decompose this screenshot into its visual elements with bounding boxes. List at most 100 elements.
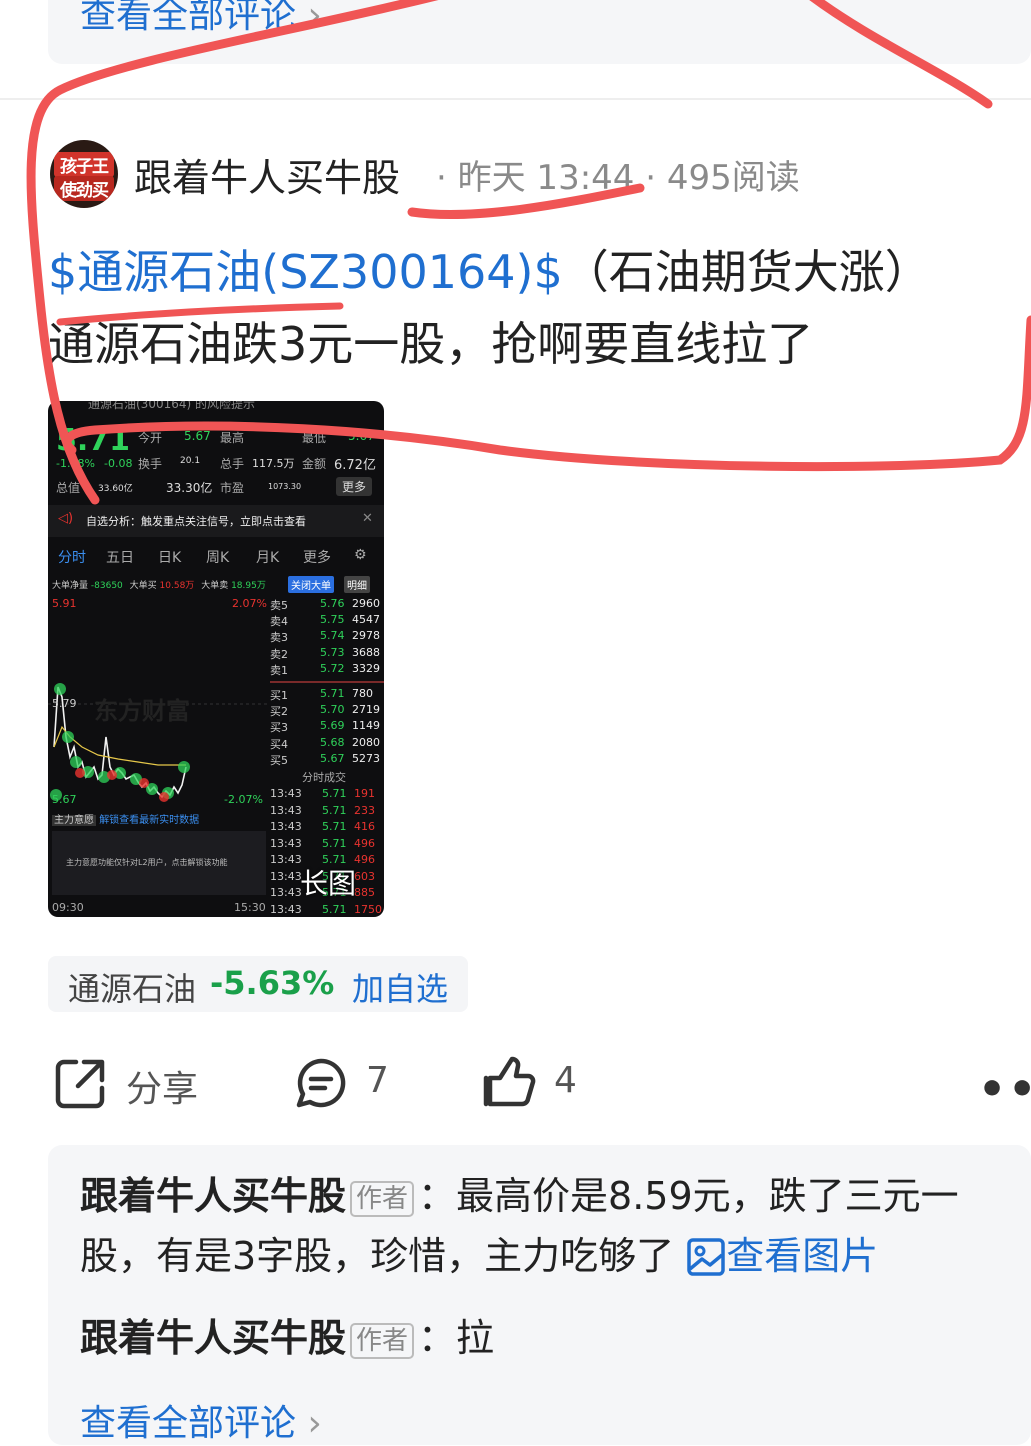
comment-count[interactable]: 7 bbox=[366, 1060, 389, 1101]
thumb-open: 5.67 bbox=[184, 429, 211, 443]
image-icon bbox=[687, 1238, 726, 1276]
more-options-button[interactable]: ••• bbox=[978, 1064, 1031, 1115]
sell-label: 卖5 bbox=[270, 599, 288, 612]
avatar[interactable]: 孩子王 使劲买 bbox=[50, 140, 118, 208]
thumb-more-button: 更多 bbox=[336, 477, 373, 496]
buy-price: 5.67 bbox=[320, 751, 345, 765]
sell-label: 卖2 bbox=[270, 647, 288, 661]
main-force-label: 主力意愿 bbox=[52, 815, 96, 826]
add-watchlist-button[interactable]: 加自选 bbox=[352, 964, 448, 1010]
buy-label: 买4 bbox=[270, 737, 288, 751]
trade-price: 5.71 bbox=[322, 836, 347, 850]
thumb-tab-2: 日K bbox=[158, 550, 182, 566]
trades-header: 分时成交 bbox=[302, 771, 346, 784]
time-start: 09:30 bbox=[52, 901, 84, 914]
stock-tag-link[interactable]: $通源石油(SZ300164)$ bbox=[48, 245, 563, 299]
comment-author[interactable]: 跟着牛人买牛股 bbox=[80, 1316, 346, 1360]
chart-low-pct-label: -2.07% bbox=[224, 793, 263, 806]
post-divider bbox=[0, 98, 1031, 100]
chart-high-label: 5.91 bbox=[52, 597, 77, 610]
chart-mid-label: 5.79 bbox=[52, 697, 77, 710]
view-all-comments-link[interactable]: 查看全部评论 › bbox=[80, 1394, 322, 1446]
bigorder-buy: 10.58万 bbox=[159, 581, 195, 591]
trade-row: 13:43 5.71 233 bbox=[270, 804, 382, 821]
buy-price: 5.71 bbox=[320, 687, 345, 700]
avatar-text-line2: 使劲买 bbox=[54, 176, 114, 201]
trade-time: 13:43 bbox=[270, 886, 302, 899]
chart-low-label: 5.67 bbox=[52, 793, 77, 806]
post-content: $通源石油(SZ300164)$（石油期货大涨） 通源石油跌3元一股，抢啊要直线… bbox=[48, 236, 1008, 380]
trade-time: 13:43 bbox=[270, 902, 302, 916]
comment-item[interactable]: 跟着牛人买牛股 作者 ：拉 bbox=[80, 1308, 1010, 1368]
bigorder-sell-label: 大单卖 bbox=[201, 581, 229, 591]
buy-price: 5.68 bbox=[320, 735, 345, 749]
buy-row: 买1 5.71 780 bbox=[270, 687, 382, 703]
view-image-link[interactable]: 查看图片 bbox=[686, 1234, 878, 1278]
thumb-header: 通源石油(300164) 的风险提示 bbox=[88, 401, 255, 411]
sell-label: 卖1 bbox=[270, 663, 288, 677]
trade-vol: 496 bbox=[354, 836, 375, 850]
comment-author[interactable]: 跟着牛人买牛股 bbox=[80, 1174, 346, 1218]
thumb-amount-label: 金额 bbox=[302, 457, 327, 471]
trade-time: 13:43 bbox=[270, 787, 302, 800]
thumb-tab-0: 分时 bbox=[58, 550, 86, 566]
buy-row: 买4 5.68 2080 bbox=[270, 736, 382, 752]
share-label[interactable]: 分享 bbox=[126, 1060, 198, 1112]
thumb-volume: 117.5万 bbox=[252, 457, 295, 470]
main-force-bar: 主力意愿 解锁查看最新实时数据 bbox=[52, 811, 199, 826]
author-tag: 作者 bbox=[350, 1180, 415, 1217]
thumb-turnover: 20.1 bbox=[180, 456, 201, 466]
trade-vol: 885 bbox=[354, 886, 375, 899]
thumbs-up-icon[interactable] bbox=[482, 1054, 538, 1110]
author-name[interactable]: 跟着牛人买牛股 bbox=[134, 147, 400, 202]
thumb-tab-3: 周K bbox=[206, 550, 230, 566]
sell-vol: 2978 bbox=[352, 629, 380, 643]
buy-vol: 1149 bbox=[352, 719, 380, 733]
detail-button: 明细 bbox=[344, 576, 370, 593]
post-meta: · 昨天 13:44 · 495阅读 bbox=[436, 158, 800, 198]
thumb-pe: 1073.30 bbox=[268, 482, 302, 491]
close-icon: ✕ bbox=[362, 511, 373, 526]
sell-row: 卖3 5.74 2978 bbox=[270, 629, 382, 645]
chart-watermark: 东方财富 bbox=[94, 697, 190, 725]
thumb-open-label: 今开 bbox=[138, 431, 163, 445]
l2-notice: 主力意愿功能仅针对L2用户，点击解锁该功能 bbox=[66, 858, 228, 867]
sell-label: 卖3 bbox=[270, 631, 288, 645]
post-body-text: 通源石油跌3元一股，抢啊要直线拉了 bbox=[48, 317, 814, 371]
trade-vol: 191 bbox=[354, 787, 375, 800]
previous-view-all-comments-link[interactable]: 查看全部评论 › bbox=[80, 0, 322, 38]
buy-label: 买1 bbox=[270, 689, 288, 702]
share-icon[interactable] bbox=[54, 1056, 108, 1110]
sell-row: 卖2 5.73 3688 bbox=[270, 646, 382, 662]
thumb-change: -0.08 bbox=[104, 457, 133, 470]
sell-vol: 4547 bbox=[352, 613, 380, 627]
sell-label: 卖4 bbox=[270, 615, 288, 629]
thumb-alert-text: 自选分析：触发重点关注信号，立即点击查看 bbox=[86, 515, 306, 528]
buy-label: 买3 bbox=[270, 721, 288, 735]
trade-price: 5.71 bbox=[322, 803, 347, 817]
trade-time: 13:43 bbox=[270, 820, 302, 833]
buy-vol: 780 bbox=[352, 687, 373, 700]
stock-chip-name[interactable]: 通源石油 bbox=[68, 964, 196, 1010]
trade-row: 13:43 5.71 1750 bbox=[270, 903, 382, 918]
comment-item[interactable]: 跟着牛人买牛股 作者 ：最高价是8.59元，跌了三元一股，有是3字股，珍惜，主力吃够… bbox=[80, 1166, 1010, 1286]
post-image-thumbnail[interactable]: 通源石油(300164) 的风险提示 5.71 -1.38% -0.08 今开 … bbox=[48, 401, 384, 917]
sell-row: 卖5 5.76 2960 bbox=[270, 597, 382, 613]
sell-price: 5.76 bbox=[320, 597, 345, 610]
trade-time: 13:43 bbox=[270, 803, 302, 817]
post-reads: 495阅读 bbox=[666, 158, 800, 198]
thumb-bigorder-row: 大单净量 -83650 大单买 10.58万 大单卖 18.95万 bbox=[52, 578, 266, 591]
buy-vol: 5273 bbox=[352, 751, 380, 765]
trade-row: 13:43 5.71 496 bbox=[270, 837, 382, 854]
sell-price: 5.72 bbox=[320, 661, 345, 675]
thumb-total-cap-label: 总值 bbox=[56, 481, 81, 495]
buy-vol: 2719 bbox=[352, 703, 380, 717]
sell-vol: 3329 bbox=[352, 661, 380, 675]
comment-icon[interactable] bbox=[294, 1056, 348, 1110]
like-count[interactable]: 4 bbox=[554, 1060, 577, 1101]
speaker-icon: ◁) bbox=[58, 511, 74, 526]
sell-row: 卖1 5.72 3329 bbox=[270, 662, 382, 678]
trade-vol: 416 bbox=[354, 820, 375, 833]
post-title-rest: （石油期货大涨） bbox=[562, 245, 931, 299]
trade-vol: 603 bbox=[354, 869, 375, 883]
